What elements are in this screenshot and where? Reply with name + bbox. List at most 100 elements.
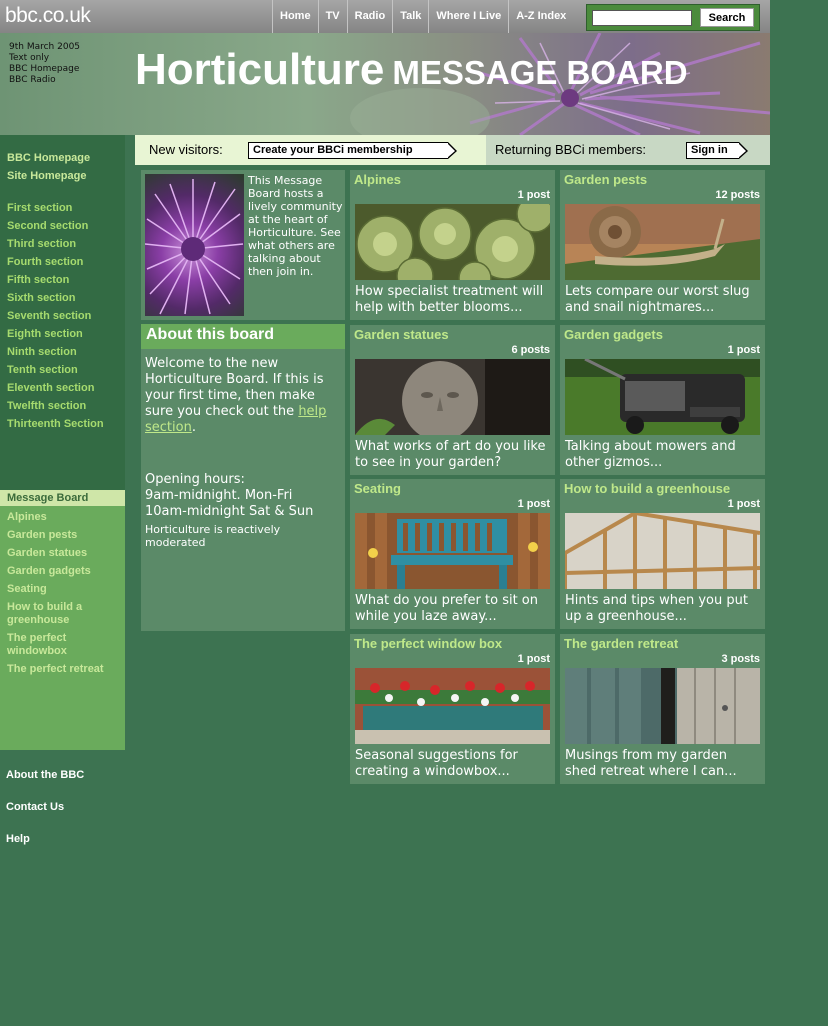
returning-members-label: Returning BBCi members: [495, 142, 646, 157]
sidebar-board-retreat[interactable]: The perfect retreat [7, 663, 104, 676]
about-the-bbc-link[interactable]: About the BBC [6, 769, 84, 781]
new-visitors-label: New visitors: [149, 142, 223, 157]
nav-tv[interactable]: TV [317, 0, 347, 33]
moderation-note: Horticulture is reactively moderated [145, 523, 281, 549]
topic-card-garden-gadgets[interactable]: Garden gadgets 1 post Talking about mowe… [560, 325, 765, 475]
sidebar-bbc-homepage[interactable]: BBC Homepage [7, 152, 90, 165]
sidebar-section-8[interactable]: Eighth section [7, 328, 83, 341]
topic-title[interactable]: Garden statues [354, 327, 449, 342]
garden-bench-photo[interactable] [355, 513, 550, 589]
topic-title[interactable]: Seating [354, 481, 401, 496]
sidebar-current-label: Message Board [7, 492, 89, 504]
search-button[interactable]: Search [700, 8, 754, 27]
new-visitors-panel: New visitors: Create your BBCi membershi… [135, 135, 486, 165]
date-box: 9th March 2005 Text only BBC Homepage BB… [9, 42, 80, 86]
bbc-homepage-link[interactable]: BBC Homepage [9, 64, 80, 75]
contact-us-link[interactable]: Contact Us [6, 801, 64, 813]
post-count: 3 posts [721, 653, 760, 665]
about-welcome-text: Welcome to the new Horticulture Board. I… [145, 356, 324, 419]
top-bar: bbc.co.uk Home TV Radio Talk Where I Liv… [0, 0, 770, 33]
topic-title[interactable]: The garden retreat [564, 636, 678, 651]
nav-talk[interactable]: Talk [392, 0, 428, 33]
search-input[interactable] [592, 10, 692, 26]
sidebar-section-12[interactable]: Twelfth section [7, 400, 86, 413]
topic-description: Lets compare our worst slug and snail ni… [565, 284, 750, 315]
statue-head-photo[interactable] [355, 359, 550, 435]
topic-description: How specialist treatment will help with … [355, 284, 544, 315]
lawn-mower-photo[interactable] [565, 359, 760, 435]
sidebar-board-greenhouse[interactable]: How to build a greenhouse [7, 601, 103, 627]
sign-in-button[interactable]: Sign in [686, 142, 748, 159]
shed-door-photo[interactable] [565, 668, 760, 744]
sidebar-current-message-board[interactable]: Message Board [0, 490, 125, 506]
thistle-flower-image [145, 174, 244, 316]
nav-home[interactable]: Home [272, 0, 318, 33]
returning-members-panel: Returning BBCi members: Sign in [486, 135, 770, 165]
about-heading-bar: About this board [141, 324, 345, 349]
post-count: 1 post [727, 344, 760, 356]
about-heading: About this board [146, 326, 274, 343]
bbc-logo[interactable]: bbc.co.uk [5, 4, 91, 28]
topic-title[interactable]: Garden pests [564, 172, 647, 187]
sidebar-section-7[interactable]: Seventh section [7, 310, 91, 323]
sidebar-section-6[interactable]: Sixth section [7, 292, 75, 305]
nav-radio[interactable]: Radio [346, 0, 393, 33]
topic-description: Seasonal suggestions for creating a wind… [355, 748, 518, 779]
bbc-radio-link[interactable]: BBC Radio [9, 75, 80, 86]
sidebar-section-5[interactable]: Fifth secton [7, 274, 69, 287]
opening-hours: Opening hours: 9am-midnight. Mon-Fri 10a… [145, 472, 341, 520]
hours-weekday: 9am-midnight. Mon-Fri [145, 488, 293, 503]
topic-card-seating[interactable]: Seating 1 post What do you prefer to sit… [350, 479, 555, 629]
topic-description: What do you prefer to sit on while you l… [355, 593, 538, 624]
sidebar-board-garden-gadgets[interactable]: Garden gadgets [7, 565, 91, 578]
banner: 9th March 2005 Text only BBC Homepage BB… [0, 33, 770, 135]
sidebar-board-alpines[interactable]: Alpines [7, 511, 47, 524]
help-link[interactable]: Help [6, 833, 30, 845]
sidebar-board-garden-pests[interactable]: Garden pests [7, 529, 77, 542]
intro-text: This Message Board hosts a lively commun… [248, 174, 343, 278]
sidebar-section-11[interactable]: Eleventh section [7, 382, 94, 395]
post-count: 6 posts [511, 344, 550, 356]
post-count: 1 post [727, 498, 760, 510]
sidebar-section-13[interactable]: Thirteenth Section [7, 418, 104, 431]
sidebar-section-2[interactable]: Second section [7, 220, 88, 233]
snail-photo[interactable] [565, 204, 760, 280]
topic-description: Musings from my garden shed retreat wher… [565, 748, 737, 779]
alpine-plants-photo[interactable] [355, 204, 550, 280]
sidebar-section-9[interactable]: Ninth section [7, 346, 77, 359]
create-membership-button[interactable]: Create your BBCi membership [248, 142, 457, 159]
sidebar-board-windowbox[interactable]: The perfect windowbox [7, 632, 87, 658]
topic-card-garden-pests[interactable]: Garden pests 12 posts Lets compare our w… [560, 170, 765, 320]
sidebar-section-1[interactable]: First section [7, 202, 72, 215]
topic-title[interactable]: How to build a greenhouse [564, 481, 730, 496]
title-horticulture: Horticulture [135, 45, 385, 94]
nav-where-i-live[interactable]: Where I Live [428, 0, 508, 33]
about-welcome: Welcome to the new Horticulture Board. I… [145, 356, 341, 436]
sidebar-section-10[interactable]: Tenth section [7, 364, 78, 377]
sidebar-board-seating[interactable]: Seating [7, 583, 47, 596]
sidebar-section-4[interactable]: Fourth section [7, 256, 83, 269]
window-box-photo[interactable] [355, 668, 550, 744]
topic-card-garden-retreat[interactable]: The garden retreat 3 posts Musings from … [560, 634, 765, 784]
sidebar-section-3[interactable]: Third section [7, 238, 76, 251]
topic-title[interactable]: Garden gadgets [564, 327, 663, 342]
intro-panel: This Message Board hosts a lively commun… [141, 170, 345, 320]
hours-label: Opening hours: [145, 472, 245, 487]
post-count: 1 post [517, 498, 550, 510]
greenhouse-frame-photo[interactable] [565, 513, 760, 589]
topic-card-garden-statues[interactable]: Garden statues 6 posts What works of art… [350, 325, 555, 475]
sidebar-site-homepage[interactable]: Site Homepage [7, 170, 86, 183]
sidebar-board-garden-statues[interactable]: Garden statues [7, 547, 87, 560]
topic-card-alpines[interactable]: Alpines 1 post How specialist treatment … [350, 170, 555, 320]
topic-card-greenhouse[interactable]: How to build a greenhouse 1 post Hints a… [560, 479, 765, 629]
nav-a-z-index[interactable]: A-Z Index [508, 0, 573, 33]
post-count: 1 post [517, 653, 550, 665]
topic-description: Talking about mowers and other gizmos... [565, 439, 736, 470]
hours-weekend: 10am-midnight Sat & Sun [145, 504, 314, 519]
topic-description: What works of art do you like to see in … [355, 439, 546, 470]
search-box: Search [586, 4, 760, 31]
text-only-link[interactable]: Text only [9, 53, 80, 64]
topic-title[interactable]: The perfect window box [354, 636, 502, 651]
topic-card-window-box[interactable]: The perfect window box 1 post Seasonal s… [350, 634, 555, 784]
topic-title[interactable]: Alpines [354, 172, 401, 187]
